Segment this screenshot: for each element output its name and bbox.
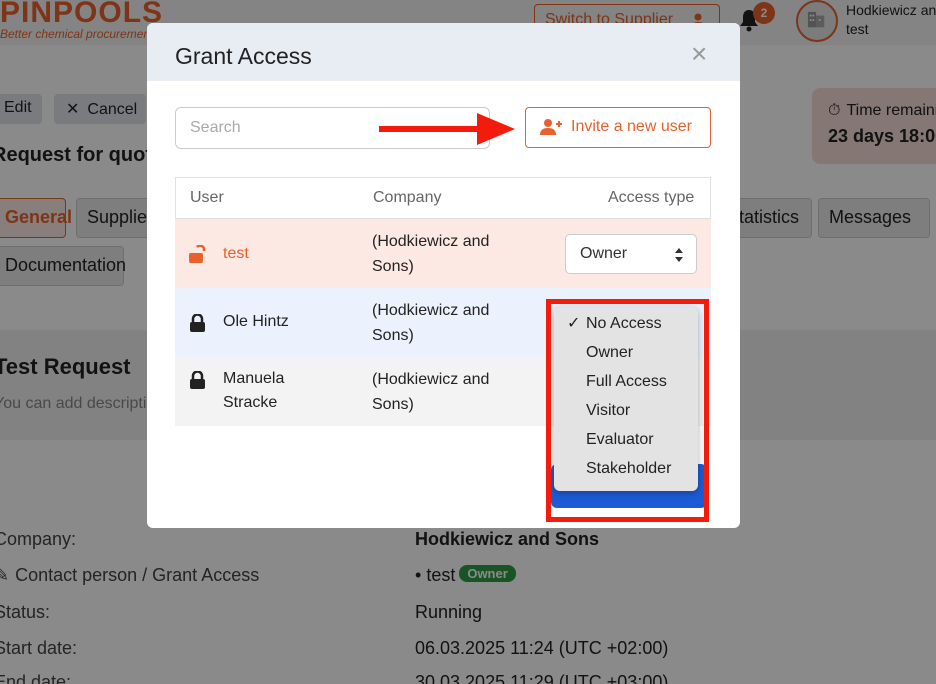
user-name: Manuela Stracke	[223, 370, 285, 411]
company-name: (Hodkiewicz and Sons)	[372, 371, 490, 413]
access-type-value: Owner	[580, 245, 628, 262]
invite-user-button[interactable]: Invite a new user	[525, 107, 711, 148]
invite-label: Invite a new user	[571, 118, 692, 135]
add-user-icon	[540, 119, 562, 135]
sort-arrows-icon	[675, 248, 683, 262]
table-header: User Company Access type	[175, 177, 711, 219]
col-user: User	[190, 189, 224, 206]
lock-icon	[190, 371, 205, 389]
col-company: Company	[373, 189, 442, 206]
lock-icon	[190, 314, 205, 332]
modal-title: Grant Access	[175, 43, 312, 69]
user-name: test	[223, 245, 249, 262]
modal-header: Grant Access ×	[147, 23, 740, 81]
arrow-annotation-icon	[379, 113, 515, 145]
company-name: (Hodkiewicz and Sons)	[372, 233, 490, 275]
company-name: (Hodkiewicz and Sons)	[372, 302, 490, 344]
highlight-annotation-box	[546, 299, 709, 522]
unlock-icon	[189, 245, 206, 263]
table-row: test (Hodkiewicz and Sons) Owner	[175, 219, 711, 288]
user-name: Ole Hintz	[223, 313, 289, 330]
col-access-type: Access type	[608, 189, 695, 206]
access-type-select[interactable]: Owner	[565, 234, 697, 274]
close-icon[interactable]: ×	[691, 40, 713, 68]
